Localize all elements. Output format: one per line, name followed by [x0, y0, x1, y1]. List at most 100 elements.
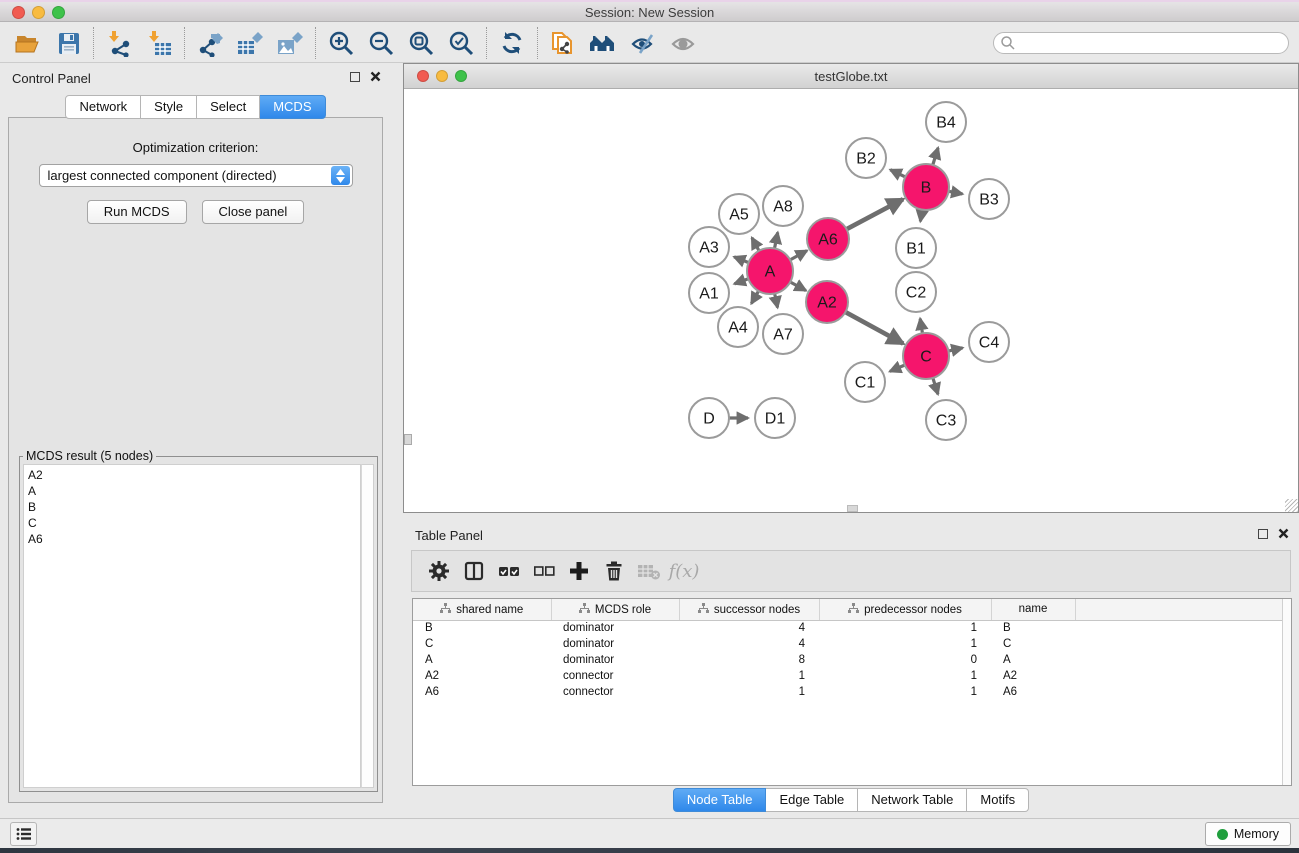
table-scrollbar[interactable] [1282, 599, 1291, 785]
float-panel-icon[interactable] [1258, 529, 1268, 539]
table-cell[interactable]: connector [551, 668, 679, 684]
table-cell[interactable]: A2 [413, 668, 551, 684]
zoom-selected-button[interactable] [441, 26, 481, 60]
mcds-result-list[interactable]: A2ABCA6 [23, 464, 361, 788]
graph-edge-A-A7[interactable] [775, 294, 778, 308]
table-row[interactable]: Bdominator41B [413, 620, 1291, 636]
hide-graphics-details-button[interactable] [623, 26, 663, 60]
table-cell[interactable]: connector [551, 684, 679, 700]
mcds-result-item[interactable]: A6 [28, 531, 360, 547]
table-cell[interactable]: A6 [991, 684, 1075, 700]
memory-button[interactable]: Memory [1205, 822, 1291, 846]
graph-edge-B-B1[interactable] [920, 210, 922, 222]
canvas-bottom-handle[interactable] [847, 505, 858, 512]
zoom-fit-button[interactable] [401, 26, 441, 60]
graph-edge-A-A6[interactable] [790, 251, 807, 260]
table-cell[interactable]: 1 [819, 620, 991, 636]
show-columns-button[interactable] [461, 558, 487, 584]
tab-network-table[interactable]: Network Table [858, 788, 967, 812]
tab-edge-table[interactable]: Edge Table [766, 788, 858, 812]
function-builder-button[interactable]: f(x) [671, 558, 697, 584]
table-row[interactable]: Adominator80A [413, 652, 1291, 668]
criterion-dropdown[interactable]: largest connected component (directed) [39, 164, 353, 187]
table-cell[interactable]: A2 [991, 668, 1075, 684]
table-row[interactable]: A6connector11A6 [413, 684, 1291, 700]
table-cell[interactable]: dominator [551, 636, 679, 652]
show-graphics-details-button[interactable] [663, 26, 703, 60]
mcds-result-item[interactable]: C [28, 515, 360, 531]
graph-edge-C-C4[interactable] [948, 348, 962, 351]
zoom-out-button[interactable] [361, 26, 401, 60]
column-header-shared-name[interactable]: shared name [413, 599, 551, 620]
table-cell[interactable]: A [991, 652, 1075, 668]
tab-style[interactable]: Style [141, 95, 197, 119]
network-graph[interactable]: AA1A2A3A4A5A6A7A8BB1B2B3B4CC1C2C3C4DD1 [404, 89, 1298, 512]
show-panels-button[interactable] [10, 822, 37, 846]
mcds-result-item[interactable]: A [28, 483, 360, 499]
mcds-result-item[interactable]: B [28, 499, 360, 515]
graph-edge-A-A8[interactable] [775, 232, 778, 248]
graph-edge-C-C3[interactable] [933, 378, 938, 394]
table-row[interactable]: Cdominator41C [413, 636, 1291, 652]
create-column-button[interactable] [566, 558, 592, 584]
table-cell[interactable]: C [413, 636, 551, 652]
search-input[interactable] [1016, 34, 1288, 52]
resize-grip[interactable] [1285, 499, 1298, 512]
export-network-button[interactable] [190, 26, 230, 60]
table-settings-button[interactable] [426, 558, 452, 584]
search-field[interactable] [993, 32, 1289, 54]
table-cell[interactable]: 4 [679, 620, 819, 636]
table-row[interactable]: A2connector11A2 [413, 668, 1291, 684]
column-header-name[interactable]: name [991, 599, 1075, 620]
deselect-all-button[interactable] [531, 558, 557, 584]
table-cell[interactable]: A [413, 652, 551, 668]
column-header-predecessor-nodes[interactable]: predecessor nodes [819, 599, 991, 620]
table-cell[interactable]: A6 [413, 684, 551, 700]
tab-motifs[interactable]: Motifs [967, 788, 1029, 812]
graph-edge-C-C1[interactable] [890, 365, 905, 371]
graph-edge-A-A2[interactable] [790, 282, 806, 291]
column-header-successor-nodes[interactable]: successor nodes [679, 599, 819, 620]
table-cell[interactable]: 4 [679, 636, 819, 652]
import-network-button[interactable] [99, 26, 139, 60]
float-panel-icon[interactable] [350, 72, 360, 82]
table-cell[interactable]: 1 [819, 636, 991, 652]
table-cell[interactable]: 1 [679, 684, 819, 700]
graph-edge-B-B3[interactable] [949, 191, 963, 194]
tab-network[interactable]: Network [65, 95, 141, 119]
import-table-button[interactable] [139, 26, 179, 60]
network-canvas[interactable]: AA1A2A3A4A5A6A7A8BB1B2B3B4CC1C2C3C4DD1 [404, 89, 1298, 512]
table-cell[interactable]: B [413, 620, 551, 636]
table-cell[interactable]: C [991, 636, 1075, 652]
table-cell[interactable]: 8 [679, 652, 819, 668]
result-list-scrollbar[interactable] [361, 464, 374, 788]
graph-edge-C-C2[interactable] [920, 319, 922, 334]
canvas-left-handle[interactable] [404, 434, 412, 445]
graph-edge-A-A4[interactable] [751, 291, 758, 304]
table-cell[interactable]: dominator [551, 652, 679, 668]
delete-column-button[interactable] [601, 558, 627, 584]
run-mcds-button[interactable]: Run MCDS [87, 200, 187, 224]
delete-table-button[interactable] [636, 558, 662, 584]
zoom-in-button[interactable] [321, 26, 361, 60]
column-header-MCDS-role[interactable]: MCDS role [551, 599, 679, 620]
table-cell[interactable]: 1 [679, 668, 819, 684]
tab-mcds[interactable]: MCDS [260, 95, 325, 119]
graph-edge-A6-B[interactable] [847, 199, 903, 229]
close-panel-icon[interactable] [370, 71, 381, 82]
graph-edge-A-A3[interactable] [734, 257, 748, 263]
close-panel-button[interactable]: Close panel [202, 200, 305, 224]
table-cell[interactable]: 1 [819, 668, 991, 684]
export-image-button[interactable] [270, 26, 310, 60]
save-session-button[interactable] [48, 26, 88, 60]
select-all-button[interactable] [496, 558, 522, 584]
tab-select[interactable]: Select [197, 95, 260, 119]
table-cell[interactable]: 0 [819, 652, 991, 668]
export-table-button[interactable] [230, 26, 270, 60]
table-cell[interactable]: B [991, 620, 1075, 636]
graph-edge-B-B2[interactable] [890, 170, 905, 177]
graph-edge-A-A5[interactable] [752, 238, 759, 251]
graph-edge-A-A1[interactable] [734, 279, 748, 284]
graph-edge-B-B4[interactable] [933, 148, 938, 165]
first-neighbors-button[interactable] [583, 26, 623, 60]
